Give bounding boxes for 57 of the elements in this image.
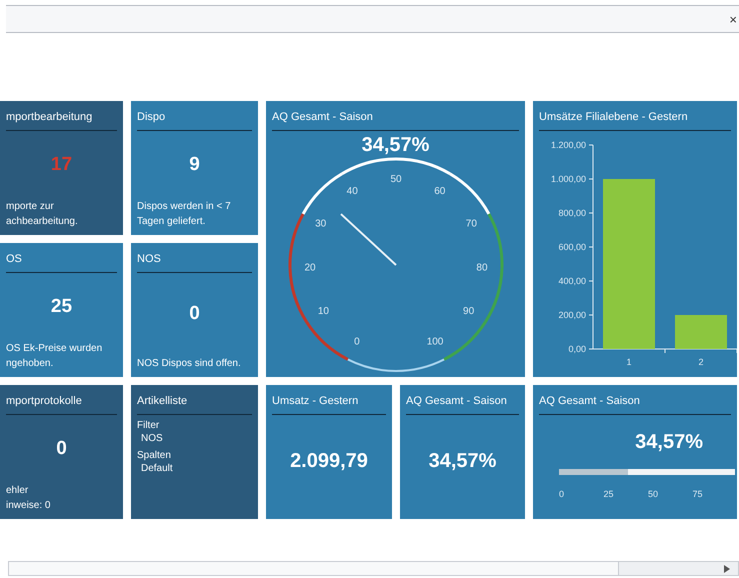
tile-title: Dispo [137,110,166,125]
close-button[interactable]: × [729,12,737,26]
tile-title: mportbearbeitung [6,110,94,125]
x-tick-label: 1 [626,356,632,366]
y-tick-label: 1.200,00 [550,140,586,150]
gauge-scale-label: 70 [465,218,476,230]
tile-title: AQ Gesamt - Saison [539,394,641,409]
kpi-value: 25 [50,294,72,318]
progress-scale-label: 75 [692,488,703,498]
kpi-value: 9 [189,152,200,176]
gauge-scale-label: 40 [346,185,358,196]
gauge-scale-label: 60 [434,185,445,196]
y-tick-label: 400,00 [558,276,586,286]
progress-scale-label: 0 [559,488,564,498]
right-arrow-icon[interactable] [724,564,730,572]
gauge-scale-label: 50 [390,174,402,184]
kpi-note: Dispos werden in < 7 Tagen geliefert. [137,200,232,229]
gauge-scale-label: 30 [314,218,326,230]
tile-title: mportprotokolle [6,394,83,409]
kpi-note: OS Ek-Preise wurden ngehoben. [6,342,104,371]
kpi-note: mporte zur achbearbeitung. [6,200,79,229]
kpi-note: ehler inweise: 0 [6,484,52,513]
kpi-value: 0 [189,302,200,326]
scrollbar-thumb[interactable] [9,562,619,575]
gauge-scale-label: 0 [354,336,360,348]
kpi-value: 17 [50,152,72,176]
gauge-scale-label: 80 [476,262,488,274]
tile-title: AQ Gesamt - Saison [272,110,374,125]
progress-value: 34,57% [635,430,703,454]
big-value: 34,57% [428,448,496,474]
progress-scale-label: 50 [648,488,658,498]
gauge-scale-label: 10 [317,306,328,317]
progress-scale-label: 25 [604,488,614,498]
tile-title: AQ Gesamt - Saison [406,394,508,409]
x-tick-label: 2 [698,356,704,366]
gauge-value: 34,57% [362,132,430,156]
gauge-scale-label: 100 [426,336,443,348]
gauge-scale-label: 20 [304,262,316,274]
gauge-scale-label: 90 [462,306,474,317]
field-label: Filter [137,418,160,432]
tile-title: Umsätze Filialebene - Gestern [539,110,689,125]
y-tick-label: 600,00 [558,242,586,252]
tile-title: Umsatz - Gestern [272,394,360,409]
tile-title: OS [6,252,23,267]
y-tick-label: 800,00 [558,208,586,218]
tile-title: Artikelliste [137,394,188,409]
big-value: 2.099,79 [290,448,368,474]
field-label: Spalten [137,448,172,462]
y-tick-label: 200,00 [558,310,586,320]
y-tick-label: 0,00 [568,344,586,354]
field-value: NOS [140,432,164,444]
tile-title: NOS [137,252,162,267]
field-value: Default [140,462,174,474]
y-tick-label: 1.000,00 [550,174,586,184]
bar [675,314,727,348]
kpi-note: NOS Dispos sind offen. [137,357,242,371]
kpi-value: 0 [56,436,67,460]
